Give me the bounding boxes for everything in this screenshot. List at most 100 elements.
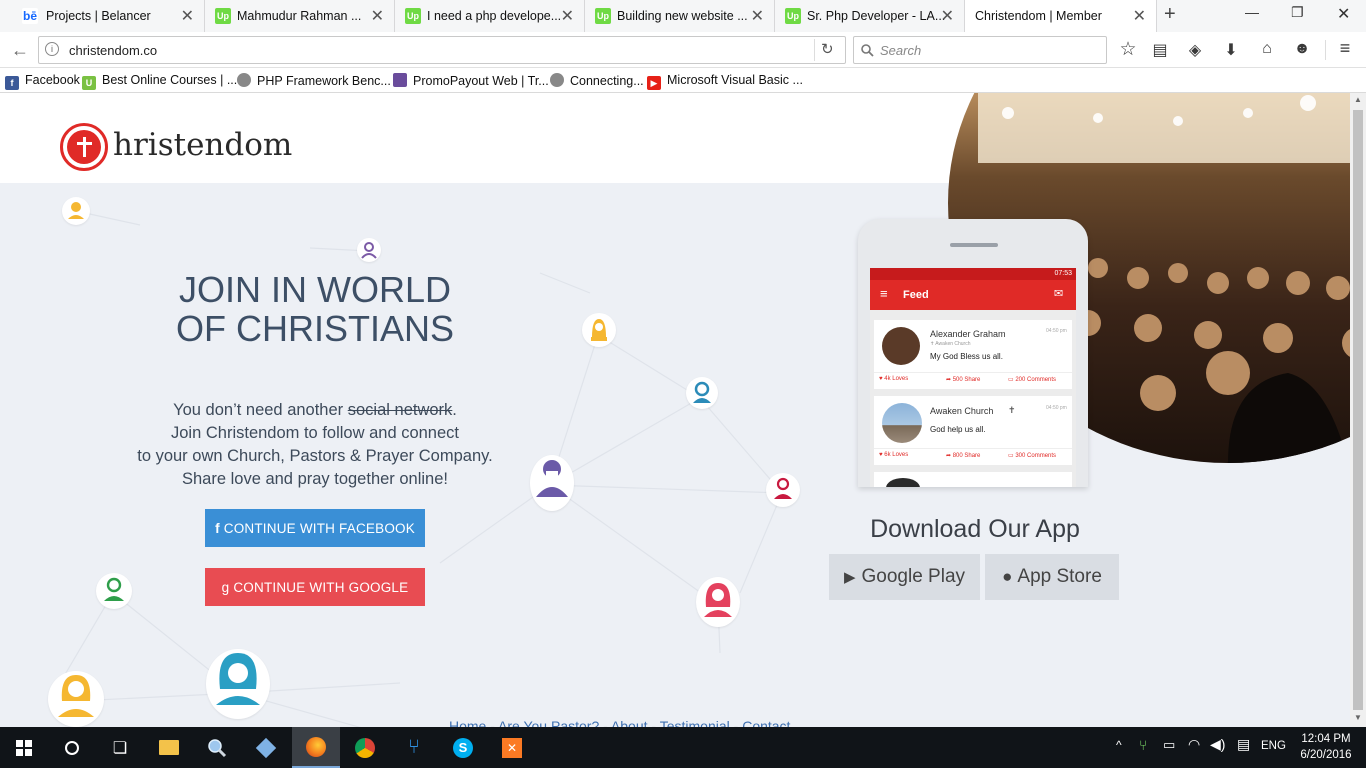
reading-list-icon[interactable]: ▤ <box>1150 40 1170 60</box>
logo-text[interactable]: hristendom <box>113 127 292 163</box>
search-app-button[interactable] <box>193 727 241 768</box>
tab-title: Sr. Php Developer - LA... <box>807 9 946 23</box>
battery-icon[interactable]: ▭ <box>1163 737 1175 753</box>
volume-icon[interactable]: ◀) <box>1210 736 1225 753</box>
firefox-button[interactable] <box>292 727 340 768</box>
hero-line: Share love and pray together online! <box>181 470 448 488</box>
continue-google-button[interactable]: g CONTINUE WITH GOOGLE <box>205 568 425 606</box>
language-indicator[interactable]: ENG <box>1261 740 1286 752</box>
virtualbox-button[interactable] <box>242 727 290 768</box>
logo-icon[interactable] <box>60 123 108 171</box>
scroll-up-icon[interactable]: ▲ <box>1354 95 1362 104</box>
bookmark-facebook[interactable]: f Facebook <box>5 73 80 90</box>
post-text: God help us all. <box>930 425 986 434</box>
chrome-button[interactable] <box>341 727 389 768</box>
download-icon[interactable]: ⬇ <box>1221 40 1241 60</box>
page-scrollbar[interactable]: ▲ ▼ <box>1350 93 1366 727</box>
phone-status-bar: 07:53 <box>870 268 1076 280</box>
avatar-node <box>48 671 104 727</box>
doc-icon <box>393 73 407 87</box>
task-view-button[interactable]: ❏ <box>96 727 144 768</box>
close-tab-icon[interactable]: ✕ <box>181 6 194 26</box>
globe-icon <box>550 73 564 87</box>
folder-icon <box>159 740 179 755</box>
scroll-down-icon[interactable]: ▼ <box>1354 713 1362 722</box>
file-explorer-button[interactable] <box>145 727 193 768</box>
continue-facebook-button[interactable]: f CONTINUE WITH FACEBOOK <box>205 509 425 547</box>
post-shares: ➦ 800 Share <box>946 453 981 459</box>
app-store-button[interactable]: ● App Store <box>985 554 1119 600</box>
footer-link-home[interactable]: Home <box>449 718 486 727</box>
info-icon[interactable]: i <box>45 42 59 56</box>
hero-line: You don’t need another social network. <box>173 401 457 419</box>
tab-title: Mahmudur Rahman ... <box>237 9 362 23</box>
new-tab-icon[interactable]: + <box>1164 3 1176 26</box>
bookmark-udemy[interactable]: U Best Online Courses | ... <box>82 73 237 90</box>
avatar-node <box>696 577 740 627</box>
bookmark-connecting[interactable]: Connecting... <box>550 73 644 88</box>
minimize-icon[interactable]: — <box>1245 4 1259 20</box>
close-tab-icon[interactable]: ✕ <box>751 6 764 26</box>
youtube-icon: ▶ <box>647 76 661 90</box>
tab-upwork-1[interactable]: Up Mahmudur Rahman ... ✕ <box>205 0 395 32</box>
clock[interactable]: 12:04 PM 6/20/2016 <box>1296 731 1356 763</box>
post-comments: ▭ 200 Comments <box>1008 377 1057 383</box>
cortana-button[interactable] <box>48 727 96 768</box>
pocket-icon[interactable]: ◈ <box>1185 40 1205 60</box>
menu-icon[interactable]: ≡ <box>1335 38 1355 59</box>
tab-belancer[interactable]: bē Projects | Belancer ✕ <box>0 0 205 32</box>
avatar-node <box>582 313 616 347</box>
git-icon: ⑂ <box>408 736 420 758</box>
tab-upwork-4[interactable]: Up Sr. Php Developer - LA... ✕ <box>775 0 965 32</box>
close-tab-icon[interactable]: ✕ <box>1133 6 1146 26</box>
scrollbar-thumb[interactable] <box>1353 110 1363 710</box>
maximize-icon[interactable]: ❐ <box>1291 4 1304 21</box>
hamburger-icon: ≡ <box>880 286 888 301</box>
close-tab-icon[interactable]: ✕ <box>561 6 574 26</box>
tab-christendom[interactable]: Christendom | Member ✕ <box>965 0 1157 32</box>
phone-post-card <box>874 472 1072 487</box>
home-icon[interactable]: ⌂ <box>1257 40 1277 58</box>
window-close-icon[interactable]: ✕ <box>1337 4 1350 24</box>
bookmark-promopayout[interactable]: PromoPayout Web | Tr... <box>393 73 549 88</box>
footer-link-about[interactable]: About <box>611 718 648 727</box>
bookmark-php[interactable]: PHP Framework Benc... <box>237 73 391 88</box>
sourcetree-button[interactable]: ⑂ <box>390 727 438 768</box>
tab-upwork-3[interactable]: Up Building new website ... ✕ <box>585 0 775 32</box>
post-text: My God Bless us all. <box>930 352 1003 361</box>
chrome-icon <box>355 737 375 758</box>
xampp-button[interactable]: ✕ <box>488 727 536 768</box>
url-bar[interactable]: i christendom.co ↻ <box>38 36 846 64</box>
google-play-button[interactable]: ▶ Google Play <box>829 554 980 600</box>
footer-link-contact[interactable]: Contact <box>742 718 790 727</box>
tab-title: Projects | Belancer <box>46 9 151 23</box>
wifi-icon[interactable]: ◠ <box>1188 736 1200 753</box>
behance-icon: bē <box>22 8 38 24</box>
hello-icon[interactable]: ☻ <box>1292 40 1312 58</box>
network-tray-icon[interactable]: ⑂ <box>1139 737 1147 753</box>
church-avatar <box>882 403 922 443</box>
url-text: christendom.co <box>69 43 158 58</box>
tab-upwork-2[interactable]: Up I need a php develope... ✕ <box>395 0 585 32</box>
xampp-icon: ✕ <box>502 737 522 758</box>
post-author: Alexander Graham <box>930 329 1006 339</box>
cube-icon <box>255 737 277 758</box>
show-hidden-icons[interactable]: ^ <box>1116 738 1122 752</box>
avatar-node <box>62 197 90 225</box>
close-tab-icon[interactable]: ✕ <box>371 6 384 26</box>
close-tab-icon[interactable]: ✕ <box>941 6 954 26</box>
reload-icon[interactable]: ↻ <box>821 40 834 58</box>
back-icon[interactable]: ← <box>10 40 30 61</box>
bookmark-youtube[interactable]: ▶ Microsoft Visual Basic ... <box>647 73 803 90</box>
page-viewport: hristendom JOIN IN WORLD OF CHRISTIANS Y… <box>0 93 1350 727</box>
notifications-icon[interactable]: ▤ <box>1237 736 1250 753</box>
bookmark-star-icon[interactable]: ☆ <box>1118 38 1138 61</box>
cross-icon: ✝ <box>1008 405 1016 415</box>
search-bar[interactable]: Search <box>853 36 1107 64</box>
footer-link-pastor[interactable]: Are You Pastor? <box>498 718 599 727</box>
skype-button[interactable]: S <box>439 727 487 768</box>
phone-mockup: 07:53 ≡ Feed ✉ Alexander Graham ✝ Awaken… <box>858 219 1088 487</box>
hero-title: JOIN IN WORLD OF CHRISTIANS <box>140 270 490 348</box>
footer-link-testimonial[interactable]: Testimonial <box>660 718 730 727</box>
start-button[interactable] <box>0 727 48 768</box>
